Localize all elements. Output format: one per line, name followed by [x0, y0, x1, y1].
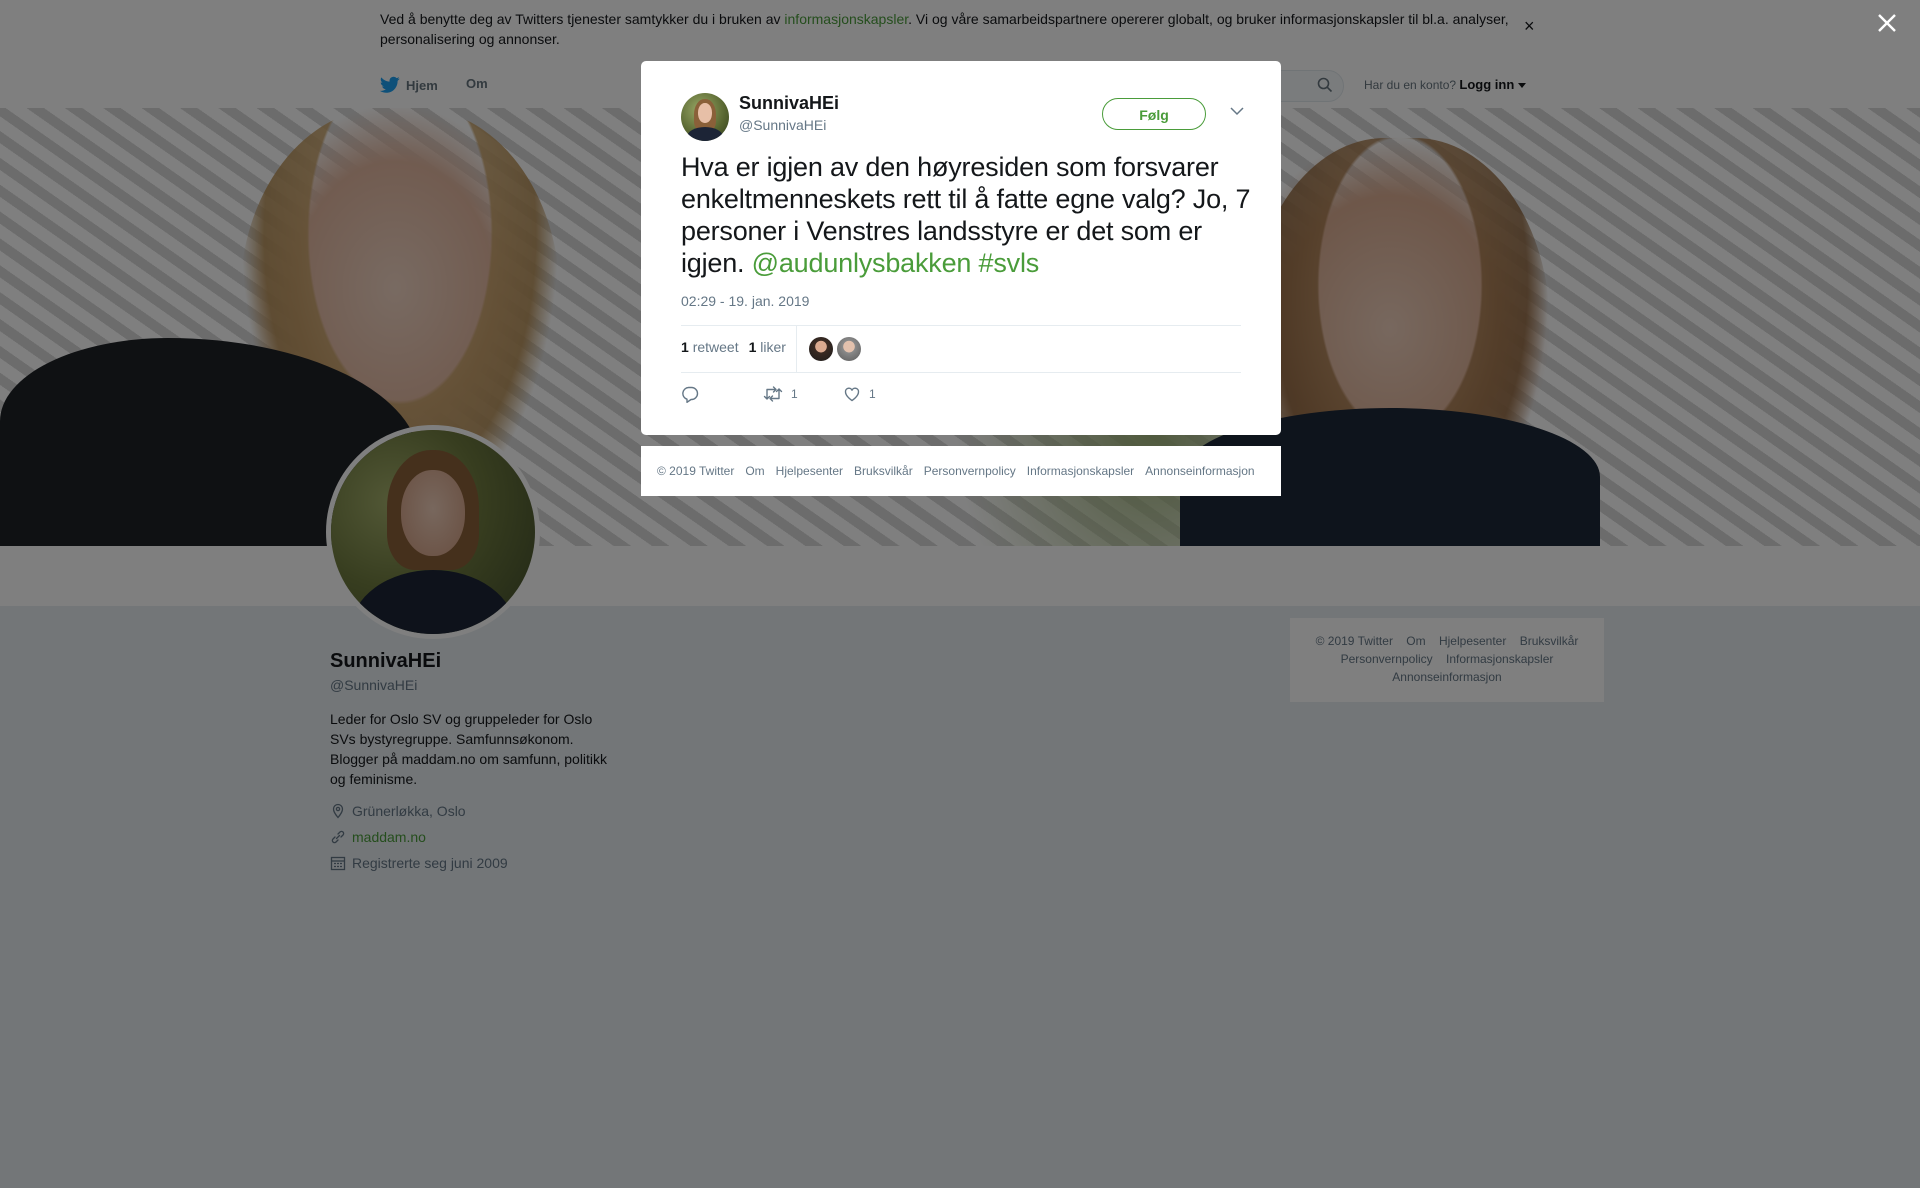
tweet-hashtag-link[interactable]: #svls	[979, 248, 1040, 278]
modal-footer: © 2019 Twitter Om Hjelpesenter Bruksvilk…	[641, 446, 1281, 496]
tweet-actions: 1 1	[681, 385, 876, 403]
divider	[681, 325, 1241, 326]
like-count: 1	[869, 387, 876, 401]
like-button[interactable]: 1	[843, 385, 876, 403]
tweet-mention-link[interactable]: @audunlysbakken	[752, 248, 972, 278]
heart-icon	[844, 387, 860, 402]
follow-button[interactable]: Følg	[1102, 98, 1206, 130]
liker-avatar[interactable]	[837, 337, 861, 361]
tweet-stats: 1 retweet 1 liker	[681, 339, 786, 355]
footer-copyright: © 2019 Twitter	[657, 464, 735, 478]
likers-avatars	[809, 337, 861, 361]
reply-button[interactable]	[681, 385, 763, 403]
footer-link-help[interactable]: Hjelpesenter	[776, 464, 843, 478]
like-stat[interactable]: 1 liker	[749, 339, 786, 355]
retweet-button[interactable]: 1	[763, 385, 843, 403]
footer-link-cookies[interactable]: Informasjonskapsler	[1027, 464, 1134, 478]
close-icon[interactable]	[1874, 10, 1900, 36]
liker-avatar[interactable]	[809, 337, 833, 361]
retweet-count: 1	[791, 387, 798, 401]
tweet-timestamp[interactable]: 02:29 - 19. jan. 2019	[681, 293, 809, 309]
tweet-author-avatar[interactable]	[681, 93, 729, 141]
footer-link-about[interactable]: Om	[745, 464, 764, 478]
chevron-down-icon[interactable]	[1230, 106, 1244, 116]
divider	[796, 326, 797, 372]
retweet-icon	[763, 386, 783, 402]
divider	[681, 372, 1241, 373]
tweet-modal: SunnivaHEi @SunnivaHEi Følg Hva er igjen…	[641, 61, 1281, 435]
tweet-author-name[interactable]: SunnivaHEi	[739, 93, 839, 114]
tweet-text: Hva er igjen av den høyresiden som forsv…	[681, 152, 1251, 278]
footer-link-terms[interactable]: Bruksvilkår	[854, 464, 913, 478]
tweet-author-handle[interactable]: @SunnivaHEi	[739, 117, 826, 133]
reply-icon	[682, 386, 699, 403]
footer-link-ads[interactable]: Annonseinformasjon	[1145, 464, 1254, 478]
footer-link-privacy[interactable]: Personvernpolicy	[924, 464, 1016, 478]
retweet-stat[interactable]: 1 retweet	[681, 339, 739, 355]
